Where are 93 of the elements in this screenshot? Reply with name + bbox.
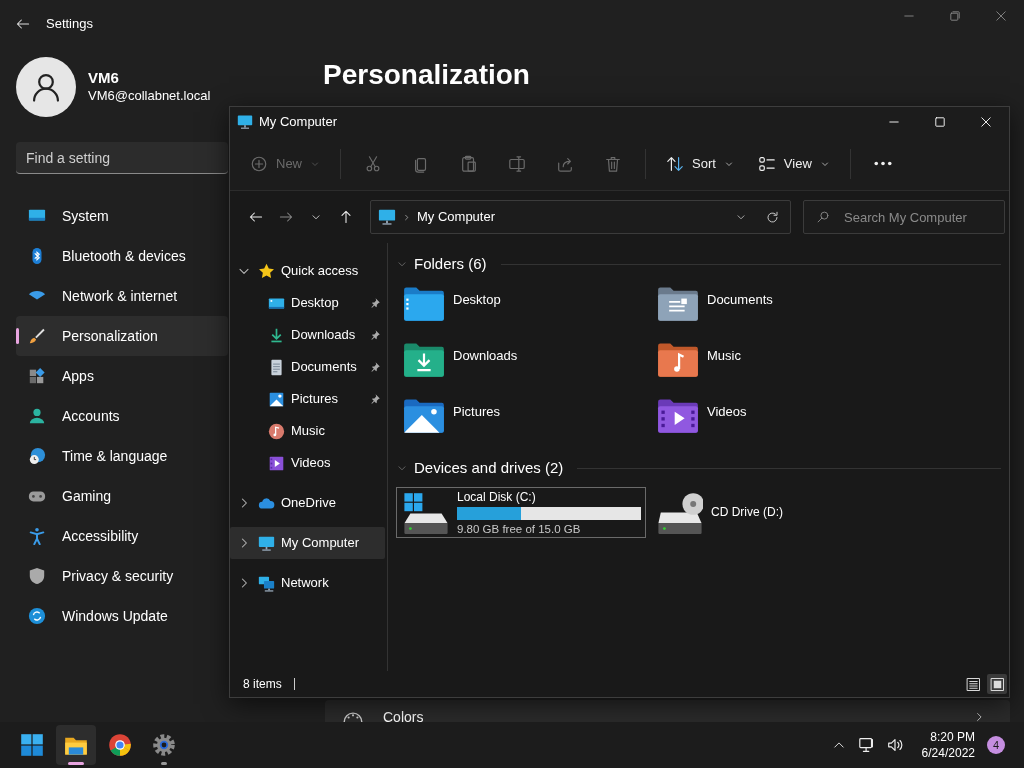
network-icon (258, 574, 275, 592)
tree-item[interactable]: Documents (230, 351, 385, 383)
view-button[interactable] (987, 674, 1007, 694)
nav-item[interactable]: Accounts (16, 396, 228, 436)
folder-item[interactable]: Music (656, 337, 910, 393)
monitor-icon (237, 114, 253, 130)
brush-icon (28, 327, 46, 345)
search-icon (816, 210, 830, 224)
refresh-icon (765, 209, 780, 225)
up-icon (338, 209, 354, 225)
folder-item[interactable]: Downloads (402, 337, 656, 393)
disc-drive-icon (657, 491, 703, 534)
accessibility-icon (28, 527, 46, 545)
nav-item[interactable]: Privacy & security (16, 556, 228, 596)
drive-space: 9.80 GB free of 15.0 GB (457, 521, 582, 536)
nav-item[interactable]: Windows Update (16, 596, 228, 636)
forward-icon (278, 209, 294, 225)
browser-icon (108, 733, 132, 757)
folder-item[interactable]: Desktop (402, 281, 656, 337)
chevron-right-icon (402, 212, 411, 222)
breadcrumb-link[interactable]: My Computer (417, 207, 496, 227)
gear-icon (152, 733, 176, 757)
nav-item[interactable]: Time & language (16, 436, 228, 476)
nav-item[interactable]: Personalization (16, 316, 228, 356)
clock-icon (28, 447, 46, 465)
back-icon (15, 16, 31, 32)
user-name: VM6 (88, 69, 120, 87)
drive-name: Local Disk (C:) (457, 489, 537, 505)
folder-item[interactable]: Documents (656, 281, 910, 337)
address-bar[interactable]: My Computer (370, 200, 791, 234)
video-icon (268, 454, 285, 472)
tree-item[interactable]: Music (230, 415, 385, 447)
tree-item[interactable]: Desktop (230, 287, 385, 319)
restore-icon (948, 9, 962, 23)
tree-item[interactable]: Pictures (230, 383, 385, 415)
tree-item[interactable]: Network (230, 567, 385, 599)
tree-item[interactable]: Downloads (230, 319, 385, 351)
page-title: Personalization (323, 58, 531, 92)
update-icon (28, 607, 46, 625)
music-icon (268, 422, 285, 440)
taskbar-button[interactable] (56, 725, 96, 765)
close-icon (979, 115, 993, 129)
monitor-icon (258, 534, 275, 552)
windows-logo-icon (20, 733, 44, 757)
view-icon (757, 154, 776, 173)
toolbar-button[interactable]: View (747, 145, 840, 182)
maximize-icon (933, 115, 947, 129)
search-field[interactable]: Find a setting (16, 142, 228, 174)
speaker-icon (885, 736, 904, 754)
tree-item[interactable]: Videos (230, 447, 385, 479)
tree-item[interactable]: My Computer (230, 527, 385, 559)
nav-item[interactable]: Network & internet (16, 276, 228, 316)
tree-item[interactable]: Quick access (230, 255, 385, 287)
shield-icon (28, 567, 46, 585)
nav-item[interactable]: Bluetooth & devices (16, 236, 228, 276)
gauge-icon (343, 711, 363, 722)
notification-badge[interactable]: 4 (987, 736, 1005, 754)
preview-pane-icon (989, 676, 1005, 692)
document-icon (268, 358, 285, 376)
disk-drive-icon (403, 491, 449, 534)
add-icon (250, 154, 268, 173)
monitor-icon (857, 736, 876, 754)
tree-item[interactable]: OneDrive (230, 487, 385, 519)
item-count: 8 items (243, 676, 282, 693)
search-field[interactable]: Search My Computer (803, 200, 1005, 234)
close-icon (994, 9, 1008, 23)
details-view-icon (965, 676, 981, 692)
drive-item[interactable]: Local Disk (C:) 9.80 GB free of 15.0 GB (396, 487, 646, 538)
apps-icon (28, 367, 46, 385)
window-title: My Computer (259, 113, 338, 132)
selection-indicator (16, 328, 19, 344)
nav-item[interactable]: System (16, 196, 228, 236)
user-email: VM6@collabnet.local (88, 87, 211, 105)
drive-item[interactable]: CD Drive (D:) (650, 487, 900, 538)
group-header[interactable]: Devices and drives (2) (414, 456, 564, 480)
nav-item[interactable]: Gaming (16, 476, 228, 516)
person-icon (28, 407, 46, 425)
nav-item[interactable]: Accessibility (16, 516, 228, 556)
monitor-icon (378, 208, 396, 226)
back-icon (248, 209, 264, 225)
clock[interactable]: 8:20 PM 6/24/2022 (911, 729, 981, 761)
picture-icon (268, 390, 285, 408)
drive-name: CD Drive (D:) (711, 505, 784, 520)
window-title: Settings (46, 15, 93, 34)
folder-item[interactable]: Videos (656, 393, 910, 449)
star-icon (258, 262, 275, 280)
download-icon (268, 326, 285, 344)
group-header[interactable]: Folders (6) (414, 252, 487, 276)
sort-icon (666, 154, 684, 173)
toolbar-button[interactable]: Sort (656, 145, 744, 182)
nav-item[interactable]: Apps (16, 356, 228, 396)
settings-row[interactable]: Colors (325, 700, 1010, 722)
folder-item[interactable]: Pictures (402, 393, 656, 449)
